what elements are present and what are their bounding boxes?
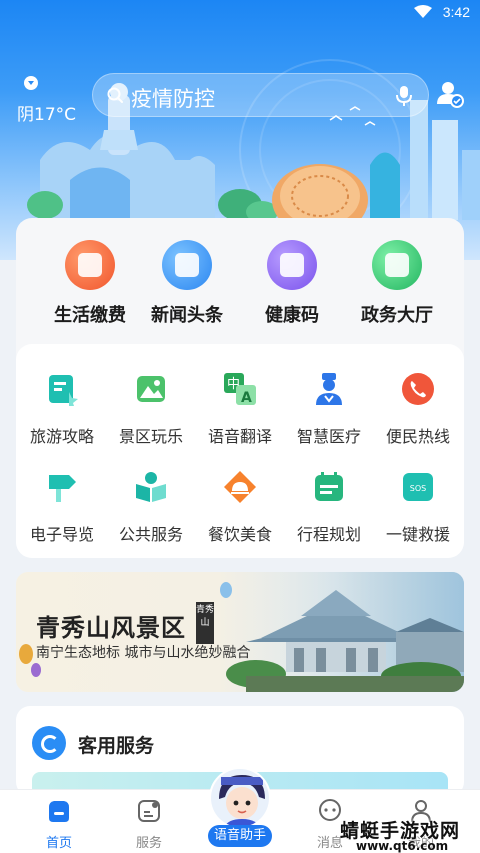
grid-item-itinerary[interactable]: 行程规划 [283,470,375,545]
user-profile-icon[interactable] [436,80,464,108]
banner-seal: 青秀山 [196,602,214,644]
assistant-character-icon [211,769,269,827]
news-icon [162,240,212,290]
microphone-icon[interactable] [394,85,414,107]
grid-item-label: 行程规划 [296,525,361,544]
signpost-icon [49,475,76,502]
grid-item-label: 智慧医疗 [296,427,361,446]
doctor-icon [316,373,342,405]
top-services-row: 生活缴费 新闻头条 健康码 政务大厅 [16,218,464,344]
wifi-icon [414,5,432,18]
calendar-icon [315,472,343,501]
status-time: 3:42 [442,4,470,20]
grid-item-label: 旅游攻略 [29,427,94,446]
grid-item-label: 电子导览 [29,525,94,544]
top-service-label: 生活缴费 [54,305,126,326]
phone-icon [402,373,434,405]
top-service-label: 政务大厅 [361,305,433,326]
assistant-label: 语音助手 [208,825,272,847]
grid-item-e-guide[interactable]: 电子导览 [16,470,108,545]
scenic-icon [137,376,165,402]
government-icon [372,240,422,290]
grid-item-public-service[interactable]: 公共服务 [105,470,197,545]
search-text: 疫情防控 [131,87,215,111]
translate-glyph-zh: 中 [227,377,240,392]
grid-item-label: 餐饮美食 [207,525,272,544]
nav-label: 服务 [135,836,162,851]
grid-item-dining[interactable]: 餐饮美食 [194,470,286,545]
grid-item-travel-guide[interactable]: 旅游攻略 [16,372,108,447]
travel-guide-icon [49,375,78,409]
grid-item-smart-medical[interactable]: 智慧医疗 [283,372,375,447]
translate-icon: 中 A [224,373,256,406]
banner-seal-text: 青秀山 [196,605,215,628]
service-icon [138,800,160,822]
status-bar: 3:42 [0,0,480,26]
qrcode-icon [267,240,317,290]
nav-label: 首页 [45,836,72,851]
assistant-avatar [209,767,271,829]
nav-service[interactable]: 服务 [109,798,189,851]
weather-text[interactable]: 阴17°C [17,100,76,125]
promo-banner[interactable]: 青秀山 青秀山风景区 南宁生态地标 城市与山水绝妙融合 [16,572,464,692]
dining-icon [224,471,256,503]
home-icon [49,801,69,822]
nav-home[interactable]: 首页 [19,798,99,851]
top-service-news[interactable]: 新闻头条 [137,240,237,327]
top-service-label: 新闻头条 [151,305,223,326]
site-watermark: 蜻蜓手游戏网 www.qt6.com [340,814,480,853]
banner-pagination [226,682,268,692]
top-service-health-code[interactable]: 健康码 [242,240,342,327]
banner-title: 青秀山风景区 [36,614,186,642]
payment-icon [65,240,115,290]
voice-assistant-button[interactable]: 语音助手 [205,767,275,853]
sos-icon: SOS [403,473,433,501]
search-bar[interactable]: 疫情防控 [92,73,429,117]
search-icon [107,87,123,103]
watermark-url: www.qt6.com [356,839,449,853]
top-service-payment[interactable]: 生活缴费 [40,240,140,327]
reading-icon [136,472,166,502]
guest-service-icon [32,726,66,760]
top-service-label: 健康码 [265,305,319,326]
grid-item-label: 语音翻译 [207,427,272,446]
sos-glyph: SOS [410,484,426,493]
grid-item-label: 公共服务 [118,525,183,544]
grid-item-scenic[interactable]: 景区玩乐 [105,372,197,447]
guest-service-title: 客用服务 [78,735,155,757]
grid-item-label: 便民热线 [385,427,450,446]
grid-item-hotline[interactable]: 便民热线 [372,372,464,447]
weather-dropdown-icon[interactable] [24,76,38,90]
service-grid: 旅游攻略 景区玩乐 中 A 语音翻译 智慧医疗 便民热线 电子导览 公共服务 餐… [16,344,464,558]
top-service-government[interactable]: 政务大厅 [347,240,447,327]
banner-subtitle: 南宁生态地标 城市与山水绝妙融合 [36,645,251,661]
services-card: 生活缴费 新闻头条 健康码 政务大厅 旅游攻略 景区玩乐 中 A 语音翻译 智慧… [16,218,464,558]
grid-item-sos[interactable]: SOS 一键救援 [372,470,464,545]
grid-item-label: 景区玩乐 [118,427,183,446]
grid-item-translate[interactable]: 中 A 语音翻译 [194,372,286,447]
translate-glyph-a: A [241,390,252,406]
grid-item-label: 一键救援 [385,525,450,544]
